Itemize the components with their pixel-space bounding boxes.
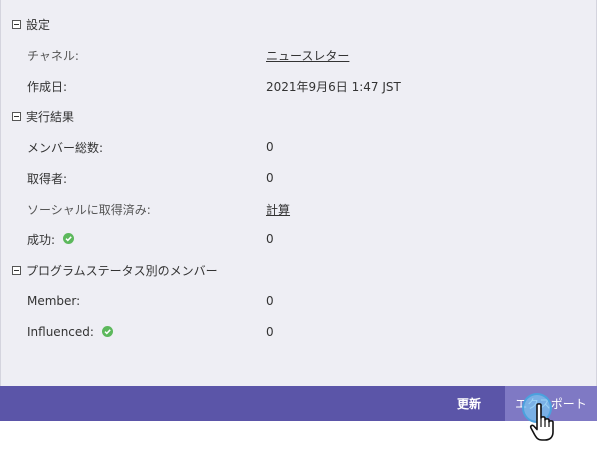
member-status-row: Member: 0 <box>1 292 597 310</box>
member-status-label: Member: <box>27 294 81 308</box>
channel-link[interactable]: ニュースレター <box>266 46 349 64</box>
details-panel: 設定 チャネル: ニュースレター 作成日: 2021年9月6日 1:47 JST… <box>0 0 597 386</box>
program-status-section-title: プログラムステータス別のメンバー <box>26 263 218 278</box>
influenced-label-wrap: Influenced: <box>27 323 113 341</box>
members-label: メンバー総数: <box>27 140 104 155</box>
member-status-value: 0 <box>266 294 274 308</box>
results-section-title: 実行結果 <box>26 109 75 124</box>
hand-cursor-icon <box>529 403 554 441</box>
success-row: 成功: 0 <box>1 230 597 248</box>
panel-footer: 更新 エクスポート <box>0 386 597 421</box>
members-row: メンバー総数: 0 <box>1 138 597 156</box>
acquired-row: 取得者: 0 <box>1 169 597 187</box>
check-icon <box>63 232 75 244</box>
influenced-value: 0 <box>266 325 274 339</box>
settings-section-title: 設定 <box>26 17 51 32</box>
social-calculate-link[interactable]: 計算 <box>266 200 290 218</box>
created-label: 作成日: <box>27 79 68 94</box>
collapse-icon[interactable] <box>12 265 21 275</box>
collapse-icon[interactable] <box>12 19 21 29</box>
results-section-header[interactable]: 実行結果 <box>12 107 74 125</box>
acquired-value: 0 <box>266 171 274 185</box>
created-row: 作成日: 2021年9月6日 1:47 JST <box>1 77 597 95</box>
check-icon <box>101 325 113 337</box>
acquired-label: 取得者: <box>27 171 68 186</box>
members-value: 0 <box>266 140 274 154</box>
success-label-wrap: 成功: <box>27 230 75 248</box>
program-status-section-header[interactable]: プログラムステータス別のメンバー <box>12 261 218 279</box>
refresh-button[interactable]: 更新 <box>446 386 492 421</box>
influenced-label: Influenced: <box>27 325 94 339</box>
channel-row: チャネル: ニュースレター <box>1 46 597 64</box>
created-value: 2021年9月6日 1:47 JST <box>266 79 401 94</box>
collapse-icon[interactable] <box>12 111 21 121</box>
success-label: 成功: <box>27 232 56 247</box>
influenced-row: Influenced: 0 <box>1 323 597 341</box>
social-row: ソーシャルに取得済み: 計算 <box>1 200 597 218</box>
social-label: ソーシャルに取得済み: <box>27 202 151 217</box>
settings-section-header[interactable]: 設定 <box>12 15 50 33</box>
channel-label: チャネル: <box>27 48 79 63</box>
success-value: 0 <box>266 232 274 246</box>
